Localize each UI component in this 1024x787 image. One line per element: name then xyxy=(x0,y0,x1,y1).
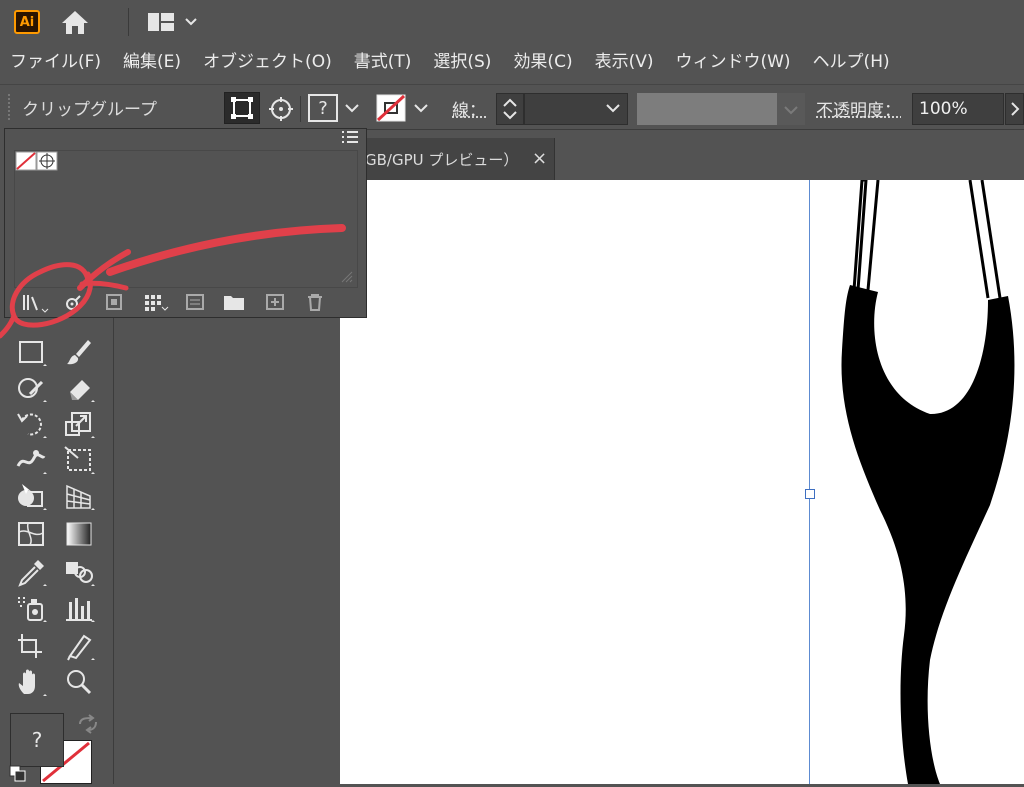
edit-contents-icon[interactable] xyxy=(266,94,296,124)
menu-bar: ファイル(F) 編集(E) オブジェクト(O) 書式(T) 選択(S) 効果(C… xyxy=(0,42,1024,76)
perspective-grid-tool-icon[interactable] xyxy=(62,480,96,512)
opacity-dropdown[interactable] xyxy=(1005,93,1024,125)
stroke-swatch-icon[interactable] xyxy=(376,94,406,122)
fill-swatch[interactable]: ? xyxy=(308,94,338,122)
eraser-tool-icon[interactable] xyxy=(62,372,96,404)
eyedropper-tool-icon[interactable] xyxy=(14,556,48,588)
control-divider xyxy=(300,96,301,122)
scale-tool-icon[interactable] xyxy=(62,408,96,440)
home-icon[interactable] xyxy=(60,8,90,36)
selection-type-label: クリップグループ xyxy=(22,100,157,120)
menu-edit[interactable]: 編集(E) xyxy=(123,47,181,72)
app-logo: Ai xyxy=(14,10,40,34)
default-fill-stroke-icon[interactable] xyxy=(8,764,36,784)
stroke-weight-stepper[interactable] xyxy=(496,93,524,125)
annotation-arrow xyxy=(0,224,346,339)
anchor-point[interactable] xyxy=(805,489,815,499)
shape-builder-tool-icon[interactable] xyxy=(14,480,48,512)
swap-fill-stroke-icon[interactable] xyxy=(76,714,100,734)
chevron-down-icon[interactable] xyxy=(604,101,622,115)
opacity-input[interactable]: 100% xyxy=(912,93,1004,125)
titlebar-divider xyxy=(128,8,129,36)
workspace-switcher-icon[interactable] xyxy=(146,10,206,34)
menu-object[interactable]: オブジェクト(O) xyxy=(203,47,332,72)
panel-menu-icon[interactable] xyxy=(340,129,360,145)
menu-window[interactable]: ウィンドウ(W) xyxy=(675,47,790,72)
variable-width-dropdown[interactable] xyxy=(777,93,805,125)
chevron-right-icon xyxy=(1011,102,1020,116)
slingshot-artwork[interactable] xyxy=(820,180,1024,784)
edit-clip-path-button[interactable] xyxy=(224,92,260,124)
stroke-label[interactable]: 線： xyxy=(452,96,486,121)
control-bar-grip[interactable] xyxy=(8,94,12,120)
document-tab-label: GB/GPU プレビュー） xyxy=(365,151,519,169)
menu-type[interactable]: 書式(T) xyxy=(354,47,412,72)
symbol-sprayer-tool-icon[interactable] xyxy=(14,592,48,624)
blend-tool-icon[interactable] xyxy=(62,556,96,588)
opacity-label[interactable]: 不透明度： xyxy=(816,96,901,121)
menu-view[interactable]: 表示(V) xyxy=(595,47,654,72)
chevron-down-icon[interactable] xyxy=(343,101,361,115)
menu-help[interactable]: ヘルプ(H) xyxy=(813,47,890,72)
stepper-arrows-icon xyxy=(503,98,517,120)
clip-path-icon xyxy=(231,97,253,119)
chevron-down-icon xyxy=(784,106,798,115)
chevron-down-icon[interactable] xyxy=(412,101,430,115)
menu-file[interactable]: ファイル(F) xyxy=(10,47,101,72)
guide-line[interactable] xyxy=(809,180,810,784)
variable-width-profile[interactable] xyxy=(637,93,777,125)
warp-tool-icon[interactable] xyxy=(14,444,48,476)
shaper-tool-icon[interactable] xyxy=(14,372,48,404)
zoom-tool-icon[interactable] xyxy=(62,666,96,698)
gradient-tool-icon[interactable] xyxy=(62,518,96,550)
hand-tool-icon[interactable] xyxy=(14,666,48,698)
menu-effect[interactable]: 効果(C) xyxy=(513,47,572,72)
rotate-tool-icon[interactable] xyxy=(14,408,48,440)
slice-tool-icon[interactable] xyxy=(62,630,96,662)
mesh-tool-icon[interactable] xyxy=(14,518,48,550)
column-graph-tool-icon[interactable] xyxy=(62,592,96,624)
layer-thumbnail-icon[interactable] xyxy=(15,151,59,171)
fill-color-box[interactable]: ? xyxy=(10,713,64,767)
artboard-tool-icon[interactable] xyxy=(14,630,48,662)
free-transform-tool-icon[interactable] xyxy=(62,444,96,476)
menu-select[interactable]: 選択(S) xyxy=(433,47,491,72)
close-icon[interactable]: × xyxy=(532,148,547,169)
